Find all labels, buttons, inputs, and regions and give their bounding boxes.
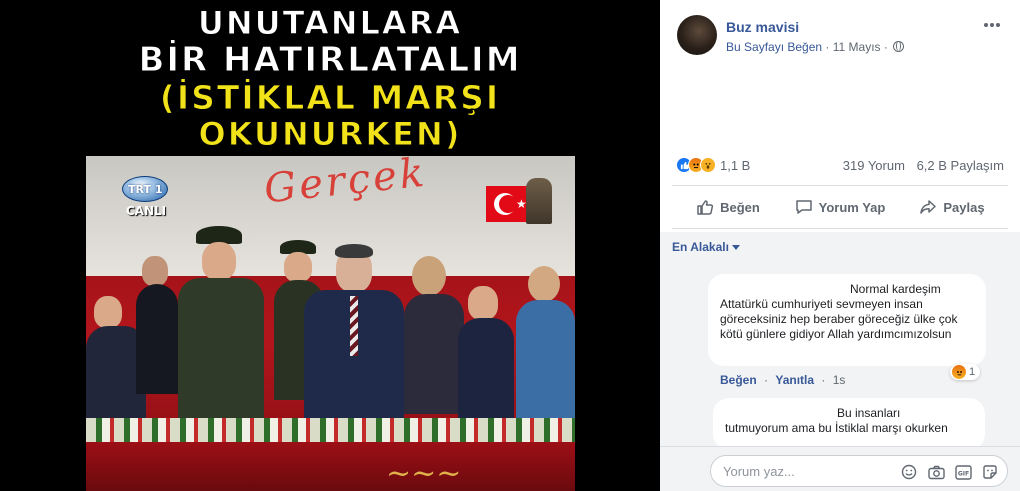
comment-reply-link[interactable]: Yanıtla <box>775 373 814 387</box>
headline-line-3: (İSTİKLAL MARŞI <box>159 78 501 118</box>
comment-text: tutmuyorum ama bu İstiklal marşı okurken <box>725 421 948 435</box>
draped-banner: ~~~ <box>86 442 575 491</box>
comment-first-line: Normal kardeşim <box>850 282 941 296</box>
facebook-photo-viewer: UNUTANLARA BİR HATIRLATALIM (İSTİKLAL MA… <box>0 0 1020 491</box>
comment-composer[interactable]: GIF <box>710 455 1008 487</box>
engagement-counts: 319 Yorum 6,2 B Paylaşım <box>843 158 1004 173</box>
post-meta: Bu Sayfayı Beğen · 11 Mayıs · <box>726 40 905 54</box>
post-date[interactable]: 11 Mayıs <box>833 40 881 54</box>
sticker-icon[interactable] <box>981 463 999 481</box>
headline-line-1: UNUTANLARA <box>197 4 463 43</box>
comment-composer-bar: GIF <box>660 446 1020 491</box>
channel-logo: TRT 1 CANLI <box>114 176 176 220</box>
gif-icon[interactable]: GIF <box>954 463 972 481</box>
author-name[interactable]: Buz mavisi <box>726 19 799 35</box>
comment-button[interactable]: Yorum Yap <box>784 190 896 224</box>
comment-reaction-badge[interactable]: 1 <box>950 364 981 380</box>
headline-line-4: OKUNURKEN) <box>198 115 462 154</box>
comment-input[interactable] <box>723 462 883 480</box>
svg-text:GIF: GIF <box>957 470 968 477</box>
emoji-icon[interactable] <box>900 463 918 481</box>
like-button[interactable]: Beğen <box>672 190 784 224</box>
like-button-label: Beğen <box>720 199 760 215</box>
comment-sort-dropdown[interactable]: En Alakalı <box>672 240 740 254</box>
like-page-link[interactable]: Bu Sayfayı Beğen <box>726 40 822 54</box>
caret-down-icon <box>731 245 740 250</box>
divider <box>672 228 1008 229</box>
comment-like-link[interactable]: Beğen <box>720 373 757 387</box>
composer-tools: GIF <box>891 463 999 481</box>
comment-time[interactable]: 1s <box>833 373 846 387</box>
author-avatar[interactable] <box>677 15 717 55</box>
reaction-count: 1,1 B <box>720 157 751 173</box>
ceremony-photo: TRT 1 CANLI Gerçek ★ ~~~ <box>86 156 575 491</box>
camera-icon[interactable] <box>927 463 945 481</box>
post-panel: Buz mavisi Bu Sayfayı Beğen · 11 Mayıs ·… <box>660 0 1020 491</box>
photo-viewer[interactable]: UNUTANLARA BİR HATIRLATALIM (İSTİKLAL MA… <box>0 0 660 491</box>
globe-icon <box>893 41 905 52</box>
channel-logo-text: TRT 1 <box>128 183 163 196</box>
share-button-label: Paylaş <box>943 199 985 215</box>
comment-button-label: Yorum Yap <box>818 199 886 215</box>
commenter-avatar[interactable] <box>672 276 704 308</box>
reaction-summary[interactable]: 1,1 B <box>676 156 750 174</box>
angry-reaction-icon <box>952 365 966 379</box>
comment-text: Attatürkü cumhuriyeti sevmeyen insan gör… <box>720 297 958 341</box>
thumbs-up-icon <box>697 200 714 215</box>
crowd-figures <box>86 216 575 450</box>
sort-label: En Alakalı <box>672 240 729 254</box>
post-actions: Beğen Yorum Yap Paylaş <box>672 190 1008 224</box>
commenter-avatar[interactable] <box>674 400 706 432</box>
share-button[interactable]: Paylaş <box>896 190 1008 224</box>
share-icon <box>920 200 937 214</box>
comment-actions: Beğen · Yanıtla · 1s <box>720 373 846 387</box>
comment-first-line: Bu insanları <box>837 406 901 420</box>
comment-icon <box>795 200 812 214</box>
headline-line-2: BİR HATIRLATALIM <box>138 40 522 81</box>
comment-reaction-count: 1 <box>969 366 976 378</box>
comment-count-link[interactable]: 319 Yorum <box>843 158 905 173</box>
more-options-icon[interactable] <box>984 18 1002 32</box>
comment-bubble: Bu insanları tutmuyorum ama bu İstiklal … <box>713 398 985 450</box>
divider <box>672 185 1008 186</box>
comment-bubble: Normal kardeşim Attatürkü cumhuriyeti se… <box>708 274 986 366</box>
wow-reaction-icon <box>700 157 716 173</box>
share-count-link[interactable]: 6,2 B Paylaşım <box>917 158 1004 173</box>
